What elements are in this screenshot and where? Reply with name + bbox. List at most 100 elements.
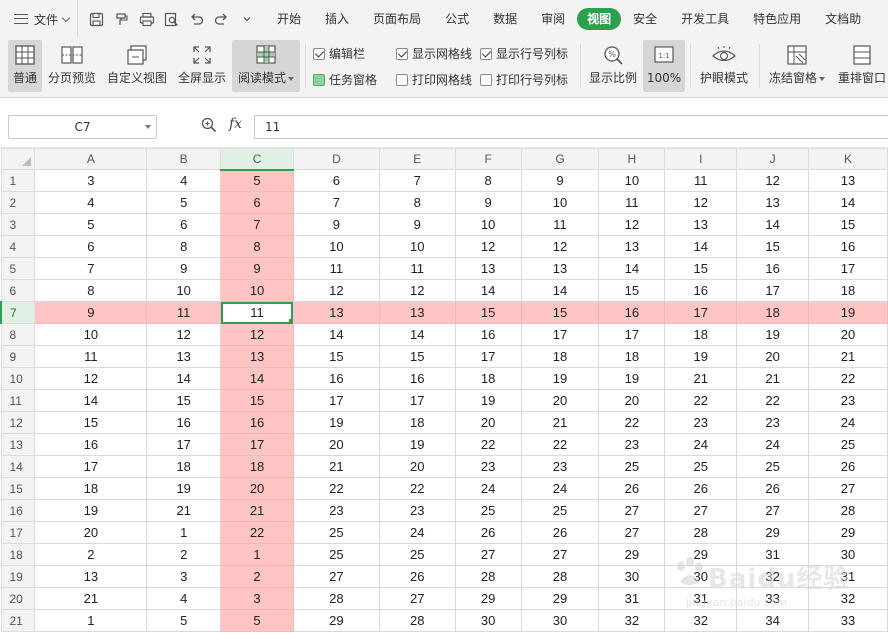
row-header-21[interactable]: 21 xyxy=(0,609,36,632)
cell-h21[interactable]: 32 xyxy=(598,609,666,632)
cell-e9[interactable]: 15 xyxy=(378,345,456,368)
cell-g1[interactable]: 9 xyxy=(520,169,600,192)
column-header-a[interactable]: A xyxy=(34,148,148,170)
cell-c21[interactable]: 5 xyxy=(220,609,294,632)
cell-h19[interactable]: 30 xyxy=(598,565,666,588)
cell-h4[interactable]: 13 xyxy=(598,235,666,258)
cell-e17[interactable]: 24 xyxy=(378,521,456,544)
column-header-k[interactable]: K xyxy=(808,148,888,170)
cell-b15[interactable]: 19 xyxy=(146,477,222,500)
cell-k5[interactable]: 17 xyxy=(808,257,888,280)
row-header-2[interactable]: 2 xyxy=(0,191,36,214)
zoom-100-button[interactable]: 1:1 100% xyxy=(643,40,685,92)
cell-i5[interactable]: 15 xyxy=(664,257,738,280)
row-header-9[interactable]: 9 xyxy=(0,345,36,368)
cell-d6[interactable]: 12 xyxy=(292,279,380,302)
show-gridlines-checkbox[interactable]: 显示网格线 xyxy=(396,45,472,62)
cell-f18[interactable]: 27 xyxy=(454,543,522,566)
custom-view-button[interactable]: 自定义视图 xyxy=(105,40,169,92)
cell-c9[interactable]: 13 xyxy=(220,345,294,368)
cell-j10[interactable]: 21 xyxy=(736,367,810,390)
cell-d13[interactable]: 20 xyxy=(292,433,380,456)
cell-g3[interactable]: 11 xyxy=(520,213,600,236)
cell-g18[interactable]: 27 xyxy=(520,543,600,566)
row-header-10[interactable]: 10 xyxy=(0,367,36,390)
cell-e13[interactable]: 19 xyxy=(378,433,456,456)
cell-e2[interactable]: 8 xyxy=(378,191,456,214)
column-header-d[interactable]: D xyxy=(292,148,380,170)
cell-c8[interactable]: 12 xyxy=(220,323,294,346)
zoom-search-icon[interactable] xyxy=(201,117,217,136)
cell-a20[interactable]: 21 xyxy=(34,587,148,610)
cell-j6[interactable]: 17 xyxy=(736,279,810,302)
cell-f9[interactable]: 17 xyxy=(454,345,522,368)
cell-c12[interactable]: 16 xyxy=(220,411,294,434)
column-header-h[interactable]: H xyxy=(598,148,666,170)
cell-a10[interactable]: 12 xyxy=(34,367,148,390)
cell-h14[interactable]: 25 xyxy=(598,455,666,478)
cell-j13[interactable]: 24 xyxy=(736,433,810,456)
cell-d1[interactable]: 6 xyxy=(292,169,380,192)
cell-b5[interactable]: 9 xyxy=(146,257,222,280)
arrange-windows-button[interactable]: 重排窗口 xyxy=(836,40,888,92)
cell-g19[interactable]: 28 xyxy=(520,565,600,588)
cell-d18[interactable]: 25 xyxy=(292,543,380,566)
fullscreen-button[interactable]: 全屏显示 xyxy=(176,40,228,92)
eye-mode-button[interactable]: 护眼模式 xyxy=(697,40,751,92)
cell-h6[interactable]: 15 xyxy=(598,279,666,302)
cell-a6[interactable]: 8 xyxy=(34,279,148,302)
cell-i11[interactable]: 22 xyxy=(664,389,738,412)
cell-j3[interactable]: 14 xyxy=(736,213,810,236)
cell-b21[interactable]: 5 xyxy=(146,609,222,632)
cell-c10[interactable]: 14 xyxy=(220,367,294,390)
cell-d10[interactable]: 16 xyxy=(292,367,380,390)
cell-h20[interactable]: 31 xyxy=(598,587,666,610)
column-header-i[interactable]: I xyxy=(664,148,738,170)
redo-icon[interactable] xyxy=(209,7,234,31)
cell-g2[interactable]: 10 xyxy=(520,191,600,214)
freeze-panes-button[interactable]: 冻结窗格 xyxy=(766,40,828,92)
tab-doc-assistant[interactable]: 文档助 xyxy=(813,8,873,30)
cell-d16[interactable]: 23 xyxy=(292,499,380,522)
row-header-20[interactable]: 20 xyxy=(0,587,36,610)
cell-g21[interactable]: 30 xyxy=(520,609,600,632)
cell-g17[interactable]: 26 xyxy=(520,521,600,544)
cell-c11[interactable]: 15 xyxy=(220,389,294,412)
cell-c18[interactable]: 1 xyxy=(220,543,294,566)
cell-k16[interactable]: 28 xyxy=(808,499,888,522)
cell-h3[interactable]: 12 xyxy=(598,213,666,236)
row-header-18[interactable]: 18 xyxy=(0,543,36,566)
cell-g10[interactable]: 19 xyxy=(520,367,600,390)
cell-a4[interactable]: 6 xyxy=(34,235,148,258)
cell-b10[interactable]: 14 xyxy=(146,367,222,390)
column-header-g[interactable]: G xyxy=(520,148,600,170)
cell-a7[interactable]: 9 xyxy=(34,301,148,324)
cell-f19[interactable]: 28 xyxy=(454,565,522,588)
cell-c2[interactable]: 6 xyxy=(220,191,294,214)
cell-d14[interactable]: 21 xyxy=(292,455,380,478)
cell-b11[interactable]: 15 xyxy=(146,389,222,412)
insert-function-button[interactable]: fx xyxy=(229,116,242,132)
cell-c7[interactable]: 11 xyxy=(220,301,294,324)
formula-input[interactable]: 11 xyxy=(254,115,888,139)
cell-i17[interactable]: 28 xyxy=(664,521,738,544)
cell-i7[interactable]: 17 xyxy=(664,301,738,324)
cell-d20[interactable]: 28 xyxy=(292,587,380,610)
cell-d5[interactable]: 11 xyxy=(292,257,380,280)
cell-b12[interactable]: 16 xyxy=(146,411,222,434)
cell-a19[interactable]: 13 xyxy=(34,565,148,588)
cell-e10[interactable]: 16 xyxy=(378,367,456,390)
cell-f2[interactable]: 9 xyxy=(454,191,522,214)
row-header-15[interactable]: 15 xyxy=(0,477,36,500)
cell-k6[interactable]: 18 xyxy=(808,279,888,302)
cell-j14[interactable]: 25 xyxy=(736,455,810,478)
row-header-14[interactable]: 14 xyxy=(0,455,36,478)
cell-h5[interactable]: 14 xyxy=(598,257,666,280)
tab-insert[interactable]: 插入 xyxy=(313,8,361,30)
cell-a21[interactable]: 1 xyxy=(34,609,148,632)
cell-d3[interactable]: 9 xyxy=(292,213,380,236)
cell-e14[interactable]: 20 xyxy=(378,455,456,478)
cell-e16[interactable]: 23 xyxy=(378,499,456,522)
cell-h17[interactable]: 27 xyxy=(598,521,666,544)
cell-c4[interactable]: 8 xyxy=(220,235,294,258)
